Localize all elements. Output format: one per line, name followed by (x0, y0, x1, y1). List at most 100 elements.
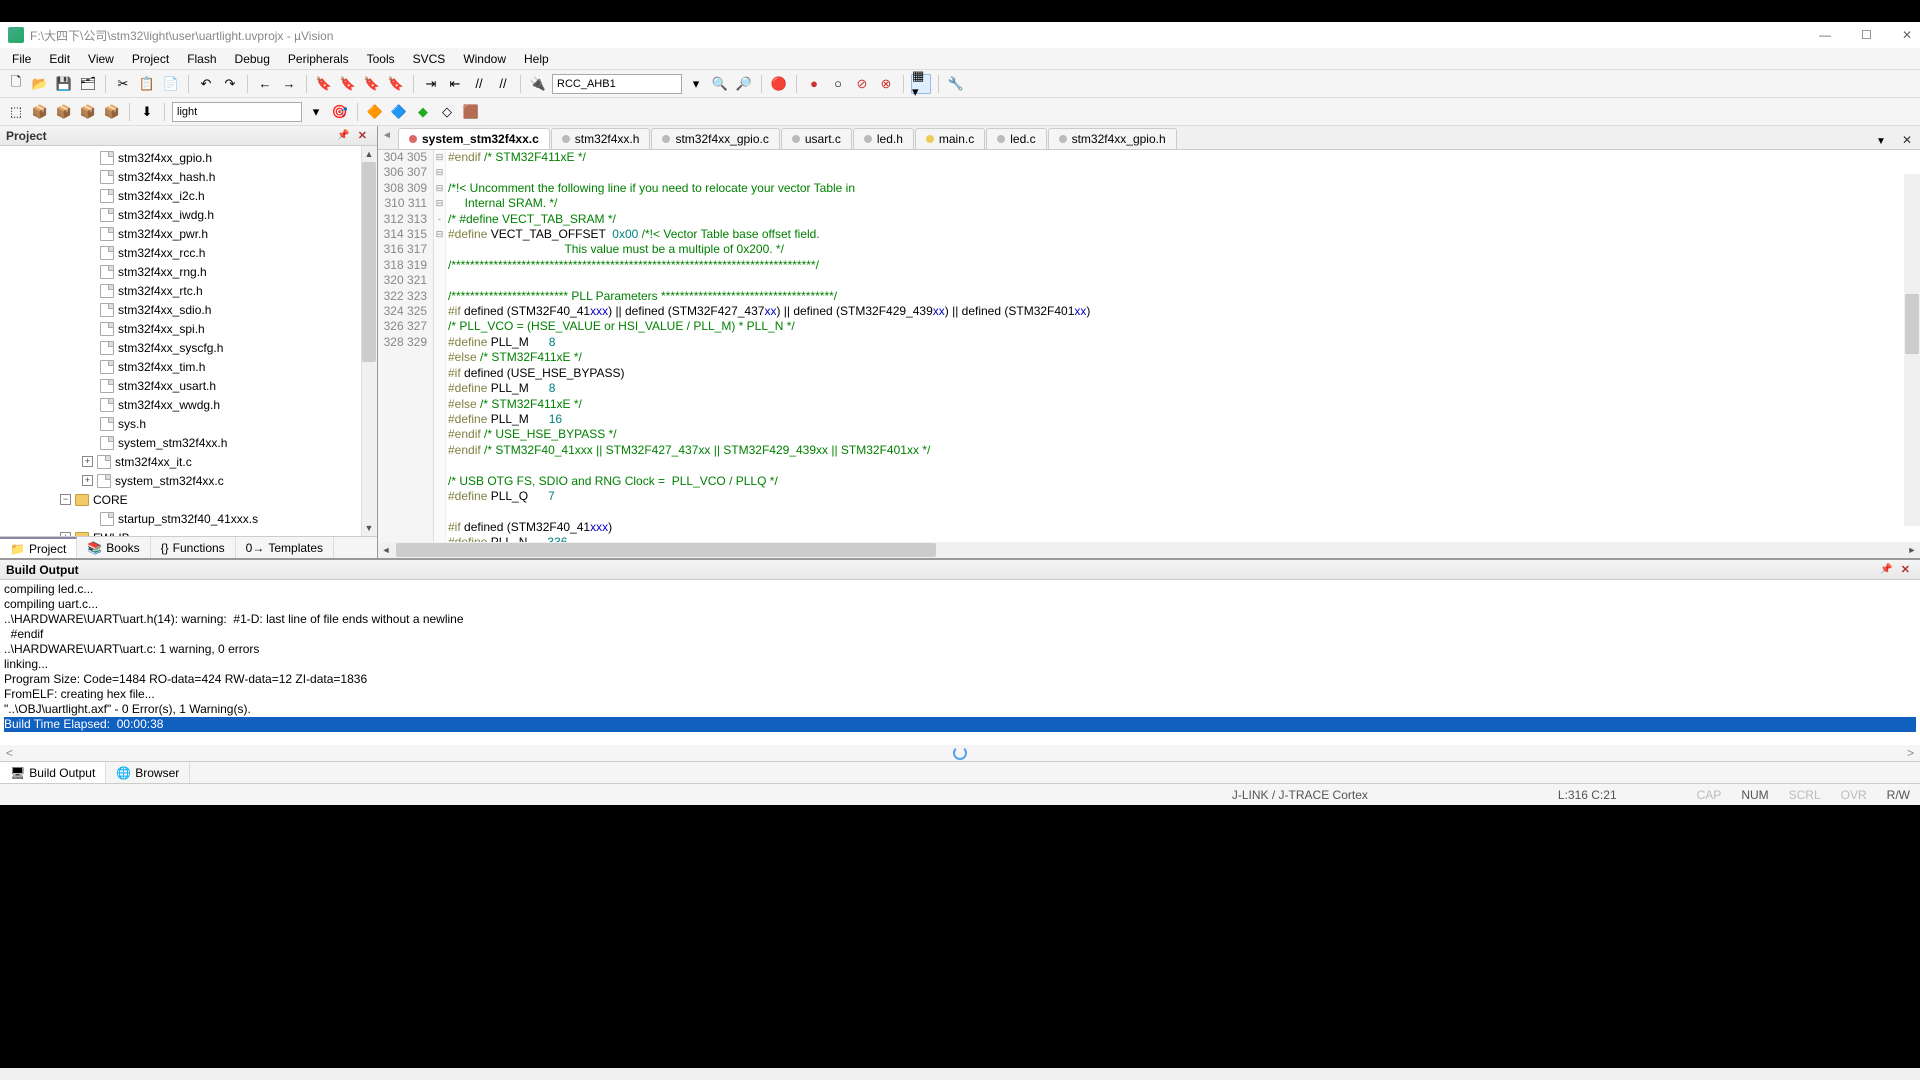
editor-tab[interactable]: usart.c (781, 128, 852, 149)
download-icon[interactable]: ⬇ (137, 102, 157, 122)
tree-item[interactable]: stm32f4xx_rtc.h (0, 281, 377, 300)
build-line[interactable]: Build Time Elapsed: 00:00:38 (4, 717, 1916, 732)
bookmark-next-icon[interactable]: 🔖 (362, 74, 382, 94)
window-layout-icon[interactable]: ▦ ▾ (911, 74, 931, 94)
redo-icon[interactable]: ↷ (220, 74, 240, 94)
editor-tab[interactable]: stm32f4xx.h (551, 128, 651, 149)
hscroll-right-icon[interactable]: > (1907, 746, 1914, 760)
target-options-icon[interactable]: 🎯 (330, 102, 350, 122)
menu-flash[interactable]: Flash (179, 50, 224, 68)
copy-icon[interactable]: 📋 (137, 74, 157, 94)
target-select[interactable] (172, 102, 302, 122)
code-text[interactable]: #endif /* STM32F411xE */ /*!< Uncomment … (446, 150, 1920, 542)
open-file-icon[interactable]: 📂 (30, 74, 50, 94)
build-icon[interactable]: 📦 (30, 102, 50, 122)
tab-project[interactable]: 📁Project (0, 537, 77, 558)
rebuild-icon[interactable]: 📦 (54, 102, 74, 122)
breakpoint-disable-icon[interactable]: ○ (828, 74, 848, 94)
save-icon[interactable]: 💾 (54, 74, 74, 94)
tab-build-output[interactable]: 🖥Build Output (0, 762, 106, 783)
tree-item[interactable]: +system_stm32f4xx.c (0, 471, 377, 490)
breakpoint-kill-icon[interactable]: ⊘ (852, 74, 872, 94)
tree-item[interactable]: startup_stm32f40_41xxx.s (0, 509, 377, 528)
tree-item[interactable]: stm32f4xx_pwr.h (0, 224, 377, 243)
tree-item[interactable]: stm32f4xx_syscfg.h (0, 338, 377, 357)
menu-debug[interactable]: Debug (227, 50, 278, 68)
vscroll-thumb[interactable] (1905, 294, 1919, 354)
hscroll-right-icon[interactable]: ► (1904, 545, 1920, 555)
new-file-icon[interactable]: 🗋 (6, 74, 26, 94)
tree-item[interactable]: stm32f4xx_tim.h (0, 357, 377, 376)
find-combo[interactable] (552, 74, 682, 94)
build-pin-icon[interactable]: 📌 (1876, 564, 1896, 575)
breakpoint-killall-icon[interactable]: ⊗ (876, 74, 896, 94)
build-line[interactable]: linking... (4, 657, 1916, 672)
tab-books[interactable]: 📚Books (77, 537, 150, 558)
target-dropdown-icon[interactable]: ▾ (306, 102, 326, 122)
tab-list-dropdown[interactable]: ▼ (1868, 134, 1894, 149)
menu-window[interactable]: Window (455, 50, 514, 68)
comment-icon[interactable]: // (469, 74, 489, 94)
editor-tab[interactable]: stm32f4xx_gpio.c (651, 128, 779, 149)
tree-item[interactable]: sys.h (0, 414, 377, 433)
tree-item[interactable]: −CORE (0, 490, 377, 509)
translate-icon[interactable]: ⬚ (6, 102, 26, 122)
bookmark-clear-icon[interactable]: 🔖 (386, 74, 406, 94)
manage5-icon[interactable]: 🟫 (461, 102, 481, 122)
build-line[interactable]: compiling led.c... (4, 582, 1916, 597)
tab-close-icon[interactable]: ✕ (1894, 131, 1920, 149)
build-hscroll[interactable]: < > (0, 745, 1920, 761)
build-line[interactable]: Program Size: Code=1484 RO-data=424 RW-d… (4, 672, 1916, 687)
menu-file[interactable]: File (4, 50, 39, 68)
breakpoint-icon[interactable]: ● (804, 74, 824, 94)
build-line[interactable]: compiling uart.c... (4, 597, 1916, 612)
menu-peripherals[interactable]: Peripherals (280, 50, 357, 68)
editor-tab[interactable]: main.c (915, 128, 985, 149)
editor-tab[interactable]: system_stm32f4xx.c (398, 128, 550, 149)
tree-item[interactable]: stm32f4xx_hash.h (0, 167, 377, 186)
editor-tab[interactable]: led.c (986, 128, 1046, 149)
menu-tools[interactable]: Tools (359, 50, 403, 68)
editor-vscroll[interactable] (1904, 174, 1920, 526)
editor-tab[interactable]: led.h (853, 128, 914, 149)
tree-item[interactable]: stm32f4xx_iwdg.h (0, 205, 377, 224)
maximize-button[interactable]: ☐ (1861, 28, 1872, 42)
build-close-icon[interactable]: ✕ (1897, 563, 1914, 576)
manage3-icon[interactable]: ◆ (413, 102, 433, 122)
save-all-icon[interactable]: 🗂 (78, 74, 98, 94)
tree-item[interactable]: +FWLIB (0, 528, 377, 536)
indent-icon[interactable]: ⇥ (421, 74, 441, 94)
project-tree[interactable]: stm32f4xx_gpio.hstm32f4xx_hash.h stm32f4x… (0, 146, 377, 536)
scroll-thumb[interactable] (362, 162, 376, 362)
manage4-icon[interactable]: ◇ (437, 102, 457, 122)
nav-fwd-icon[interactable]: → (279, 74, 299, 94)
minimize-button[interactable]: — (1819, 28, 1831, 42)
tree-item[interactable]: stm32f4xx_spi.h (0, 319, 377, 338)
undo-icon[interactable]: ↶ (196, 74, 216, 94)
cut-icon[interactable]: ✂ (113, 74, 133, 94)
panel-close-icon[interactable]: ✕ (354, 129, 371, 142)
manage-icon[interactable]: 🔶 (365, 102, 385, 122)
menu-help[interactable]: Help (516, 50, 557, 68)
configure-icon[interactable]: 🔧 (946, 74, 966, 94)
build-line[interactable]: "..\OBJ\uartlight.axf" - 0 Error(s), 1 W… (4, 702, 1916, 717)
fold-column[interactable]: ⊟ ⊟ ⊟ ⊟ - ⊟ (434, 150, 446, 542)
menu-project[interactable]: Project (124, 50, 177, 68)
paste-icon[interactable]: 📄 (161, 74, 181, 94)
build-line[interactable]: ..\HARDWARE\UART\uart.h(14): warning: #1… (4, 612, 1916, 627)
tree-scrollbar[interactable]: ▲ ▼ (361, 146, 377, 536)
expander-icon[interactable]: + (60, 532, 71, 536)
tree-item[interactable]: stm32f4xx_usart.h (0, 376, 377, 395)
build-line[interactable]: #endif (4, 627, 1916, 642)
tree-item[interactable]: stm32f4xx_wwdg.h (0, 395, 377, 414)
tab-functions[interactable]: {}Functions (151, 537, 236, 558)
tree-item[interactable]: stm32f4xx_sdio.h (0, 300, 377, 319)
manage2-icon[interactable]: 🔷 (389, 102, 409, 122)
hscroll-left-icon[interactable]: ◄ (378, 545, 394, 555)
uncomment-icon[interactable]: // (493, 74, 513, 94)
tree-item[interactable]: stm32f4xx_gpio.h (0, 148, 377, 167)
tab-templates[interactable]: 0→Templates (236, 537, 334, 558)
pin-icon[interactable]: 📌 (333, 130, 353, 141)
expander-icon[interactable]: + (82, 456, 93, 467)
build-line[interactable]: FromELF: creating hex file... (4, 687, 1916, 702)
